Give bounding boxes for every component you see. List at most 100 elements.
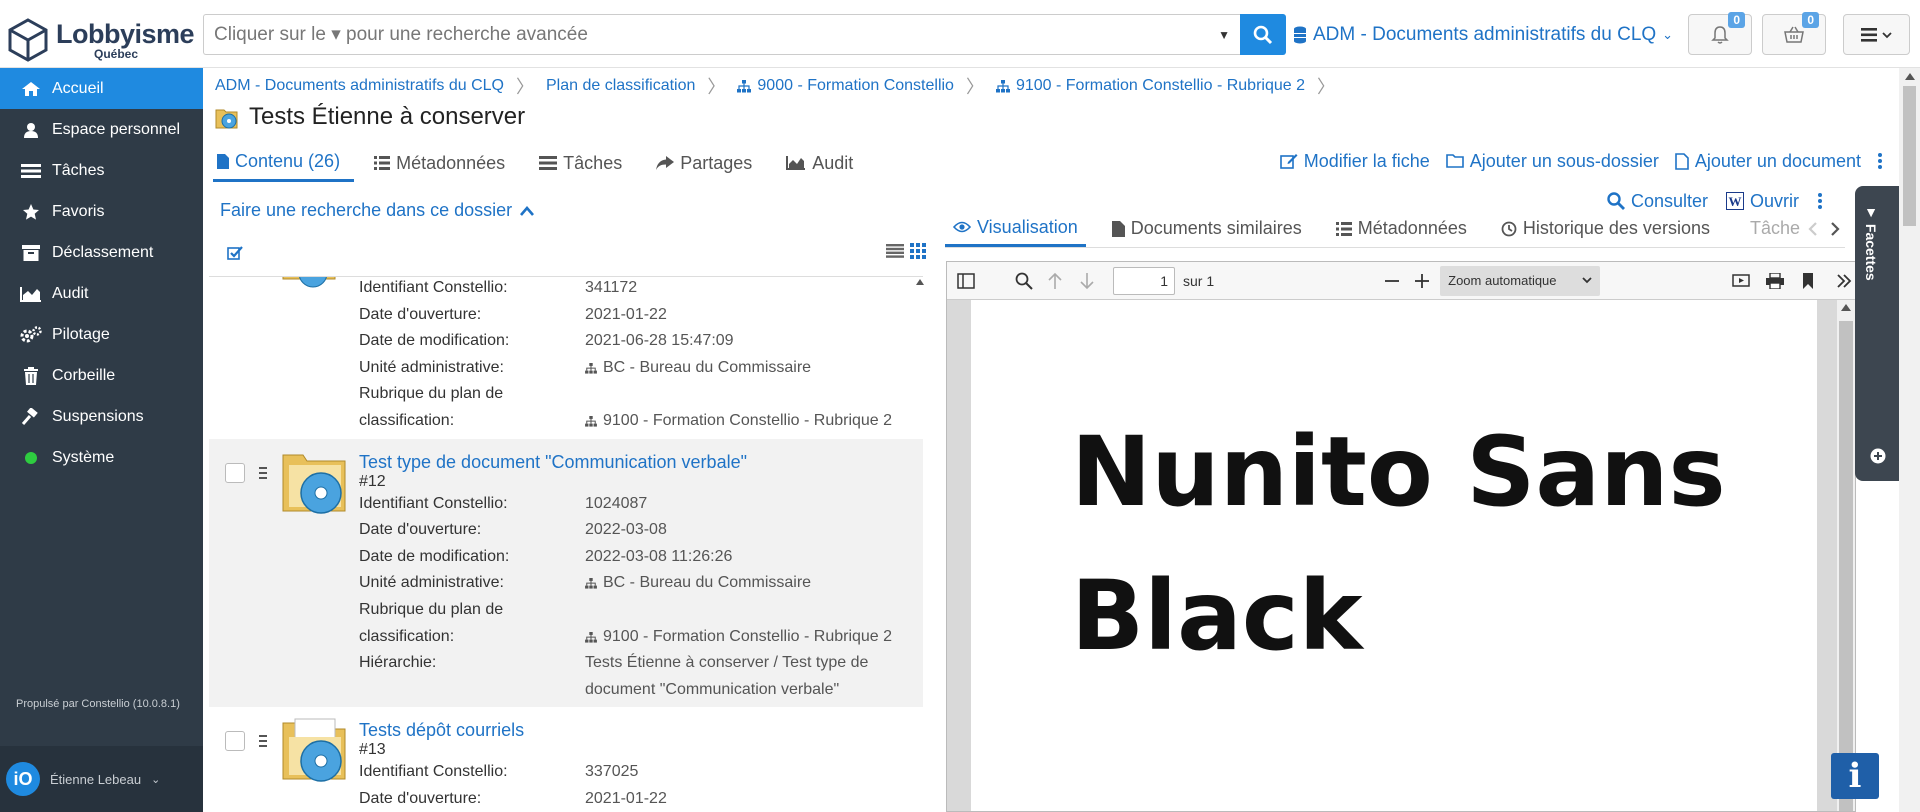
page-scrollbar[interactable] bbox=[1899, 68, 1920, 812]
sidebar-item-label: Système bbox=[52, 448, 115, 466]
tab-historique-versions[interactable]: Historique des versions bbox=[1493, 210, 1718, 247]
sidebar-item-pilotage[interactable]: Pilotage bbox=[0, 314, 203, 355]
sitemap-icon bbox=[585, 631, 597, 643]
tab-audit[interactable]: Audit bbox=[782, 144, 867, 182]
zoom-in-icon[interactable] bbox=[1414, 273, 1430, 289]
sidebar-item-espace-personnel[interactable]: Espace personnel bbox=[0, 109, 203, 150]
search-button[interactable] bbox=[1240, 14, 1286, 55]
breadcrumb-item-9000[interactable]: 9000 - Formation Constellio bbox=[737, 77, 954, 95]
zoom-out-icon[interactable] bbox=[1384, 273, 1400, 289]
bookmark-icon[interactable] bbox=[1802, 272, 1814, 289]
list-toolbar bbox=[203, 238, 926, 266]
zoom-select[interactable]: Zoom automatique bbox=[1440, 265, 1601, 296]
tab-taches[interactable]: Tâches bbox=[535, 144, 636, 182]
add-subfolder-button[interactable]: Ajouter un sous-dossier bbox=[1445, 151, 1659, 172]
cart-button[interactable]: 0 bbox=[1762, 12, 1826, 55]
tab-label: Partages bbox=[680, 152, 753, 173]
folder-tabs: Contenu (26) Métadonnées Tâches Partages… bbox=[213, 144, 883, 182]
file-icon bbox=[1111, 220, 1125, 237]
star-icon bbox=[20, 203, 42, 221]
print-icon[interactable] bbox=[1766, 272, 1785, 289]
viewer-more-button[interactable] bbox=[1817, 192, 1823, 210]
sidebar-item-taches[interactable]: Tâches bbox=[0, 150, 203, 191]
sidebar-item-declassement[interactable]: Déclassement bbox=[0, 232, 203, 273]
drag-handle-icon[interactable] bbox=[259, 735, 267, 750]
open-button[interactable]: W Ouvrir bbox=[1726, 191, 1799, 212]
scroll-up-arrow-icon[interactable] bbox=[915, 278, 925, 286]
add-document-button[interactable]: Ajouter un document bbox=[1675, 151, 1861, 172]
row-checkbox[interactable] bbox=[225, 731, 245, 752]
tab-contenu[interactable]: Contenu (26) bbox=[213, 144, 355, 182]
list-item[interactable]: Tests dépôt courriels #13 Identifiant Co… bbox=[209, 707, 923, 812]
select-all-icon[interactable] bbox=[227, 246, 243, 260]
chevron-right-icon[interactable] bbox=[1831, 221, 1840, 236]
record-title-link[interactable]: Tests dépôt courriels bbox=[359, 719, 923, 741]
field-label: Identifiant Constellio: bbox=[359, 279, 508, 296]
tab-taches-document[interactable]: Tâche bbox=[1736, 210, 1806, 247]
sidebar-toggle-icon[interactable] bbox=[957, 272, 975, 289]
tab-metadonnees-document[interactable]: Métadonnées bbox=[1328, 210, 1475, 247]
edit-record-button[interactable]: Modifier la fiche bbox=[1279, 151, 1430, 172]
search-icon[interactable] bbox=[1015, 272, 1033, 290]
pdf-scrollbar[interactable] bbox=[1837, 300, 1855, 811]
tab-partages[interactable]: Partages bbox=[652, 144, 766, 182]
collection-selector[interactable]: ADM - Documents administratifs du CLQ ⌄ bbox=[1293, 20, 1673, 50]
sidebar-item-systeme[interactable]: Système bbox=[0, 437, 203, 478]
page-scroll-thumb[interactable] bbox=[1903, 86, 1916, 226]
main-menu-button[interactable] bbox=[1843, 14, 1910, 55]
arrow-up-icon[interactable] bbox=[1047, 272, 1063, 290]
facettes-panel-toggle[interactable]: ▼ Facettes bbox=[1855, 186, 1899, 481]
field-value: BC - Bureau du Commissaire bbox=[603, 358, 812, 376]
consult-button[interactable]: Consulter bbox=[1607, 191, 1708, 212]
logo[interactable]: Lobbyisme Québec bbox=[8, 16, 204, 64]
scroll-up-arrow-icon[interactable] bbox=[1904, 73, 1915, 80]
sidebar-item-audit[interactable]: Audit bbox=[0, 273, 203, 314]
folder-search-toggle[interactable]: Faire une recherche dans ce dossier bbox=[220, 200, 535, 221]
list-item[interactable]: Test type de document "Communication ver… bbox=[209, 438, 923, 708]
more-actions-button[interactable] bbox=[1877, 152, 1883, 170]
pdf-text-line: Nunito Sans bbox=[1071, 416, 1726, 528]
tab-visualisation[interactable]: Visualisation bbox=[945, 210, 1086, 247]
action-label: Consulter bbox=[1630, 190, 1708, 211]
breadcrumb-label: Plan de classification bbox=[545, 77, 696, 94]
breadcrumb-item-plan[interactable]: Plan de classification bbox=[546, 77, 695, 95]
chevron-down-icon: ⌄ bbox=[151, 773, 161, 786]
arrow-down-icon[interactable] bbox=[1079, 272, 1095, 290]
record-title-link[interactable]: Test type de document "Communication ver… bbox=[359, 451, 923, 473]
record-number: #12 bbox=[359, 472, 386, 490]
advanced-search-dropdown-icon[interactable]: ▼ bbox=[1218, 28, 1230, 42]
sidebar-item-favoris[interactable]: Favoris bbox=[0, 191, 203, 232]
tab-documents-similaires[interactable]: Documents similaires bbox=[1104, 210, 1310, 247]
sidebar-item-label: Tâches bbox=[52, 161, 105, 179]
breadcrumb-item-collection[interactable]: ADM - Documents administratifs du CLQ bbox=[215, 77, 504, 95]
scroll-up-arrow-icon[interactable] bbox=[1841, 304, 1851, 311]
row-checkbox[interactable] bbox=[225, 462, 245, 483]
pdf-scroll-thumb[interactable] bbox=[1839, 321, 1853, 811]
basket-icon bbox=[1784, 26, 1804, 43]
grid-view-icon[interactable] bbox=[910, 243, 926, 259]
tab-metadonnees[interactable]: Métadonnées bbox=[370, 144, 519, 182]
tools-expand-icon[interactable] bbox=[1836, 273, 1852, 288]
search-input[interactable]: Cliquer sur le ▾ pour une recherche avan… bbox=[203, 14, 1240, 55]
info-button[interactable]: i bbox=[1831, 753, 1879, 799]
field-value: 341172 bbox=[585, 279, 638, 296]
list-item[interactable]: Identifiant Constellio: 341172 Date d'ouv… bbox=[209, 277, 923, 439]
list-view-icon[interactable] bbox=[886, 244, 904, 258]
drag-handle-icon[interactable] bbox=[259, 466, 267, 482]
user-menu[interactable]: iO Étienne Lebeau ⌄ bbox=[0, 746, 203, 812]
presentation-icon[interactable] bbox=[1732, 273, 1750, 289]
list-scrollbar[interactable] bbox=[915, 278, 925, 812]
chevron-left-icon[interactable] bbox=[1808, 221, 1817, 236]
top-bar: Lobbyisme Québec Cliquer sur le ▾ pour u… bbox=[0, 0, 1920, 68]
home-icon bbox=[20, 81, 42, 97]
add-circle-icon[interactable] bbox=[1870, 448, 1886, 464]
folder-cd-icon bbox=[215, 109, 238, 129]
sidebar-item-corbeille[interactable]: Corbeille bbox=[0, 355, 203, 396]
sidebar-item-accueil[interactable]: Accueil bbox=[0, 68, 203, 109]
sidebar-item-label: Pilotage bbox=[52, 325, 110, 343]
notifications-button[interactable]: 0 bbox=[1688, 12, 1752, 55]
sidebar-item-suspensions[interactable]: Suspensions bbox=[0, 396, 203, 437]
breadcrumb-item-9100[interactable]: 9100 - Formation Constellio - Rubrique 2 bbox=[995, 77, 1305, 95]
page-number-input[interactable]: 1 bbox=[1113, 266, 1175, 295]
area-chart-icon bbox=[786, 156, 806, 170]
